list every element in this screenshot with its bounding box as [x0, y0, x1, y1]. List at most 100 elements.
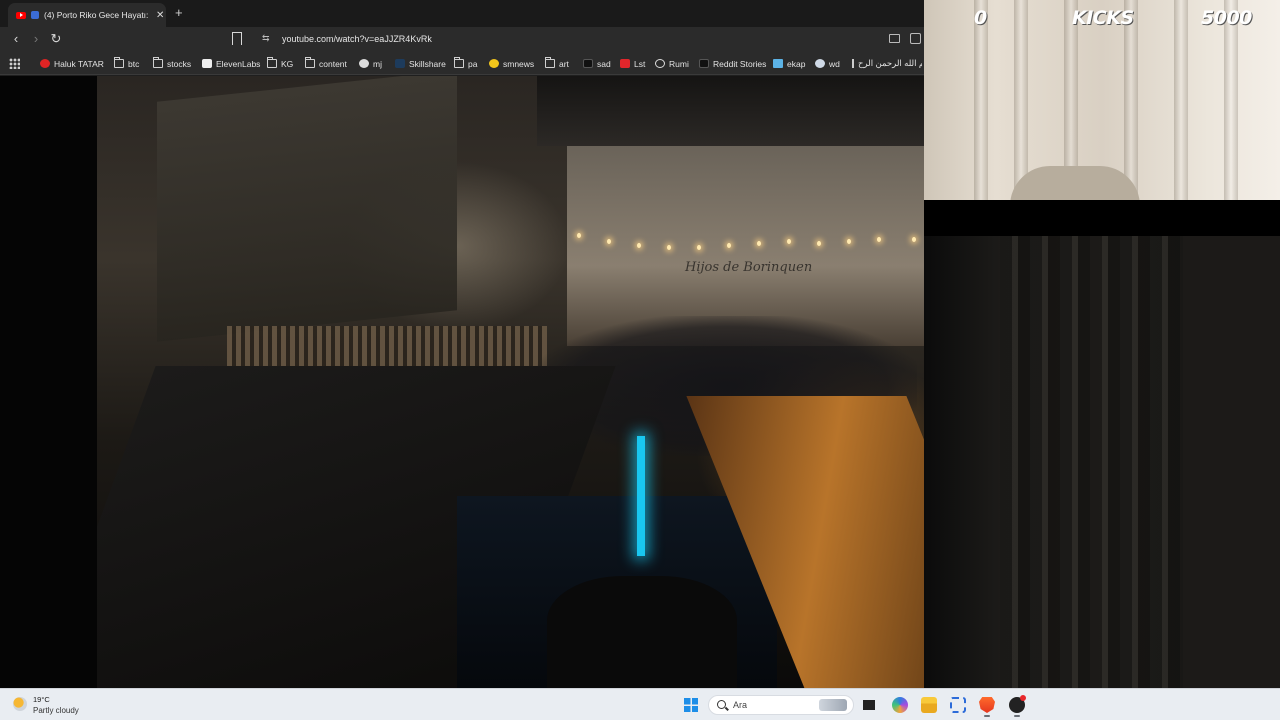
- active-app-indicator: [1014, 715, 1020, 717]
- share-icon[interactable]: [910, 33, 921, 44]
- bookmark-lst[interactable]: Lst: [620, 57, 645, 70]
- curtain-fold: [974, 0, 988, 200]
- back-button[interactable]: ‹: [6, 31, 26, 46]
- bookmark-label: ElevenLabs: [216, 58, 261, 69]
- folder-icon: [267, 57, 277, 68]
- curtain-fold: [1014, 0, 1028, 200]
- light-bulb: [727, 243, 731, 248]
- bookmark-sad[interactable]: sad: [583, 57, 611, 70]
- youtube-icon: [40, 59, 50, 68]
- bar-stool: [547, 576, 737, 688]
- bookmark-rumi[interactable]: Rumi: [655, 57, 689, 70]
- bookmark-label: ekap: [787, 58, 806, 69]
- bookmark-label: art: [559, 58, 569, 69]
- light-bulb: [817, 241, 821, 246]
- kicks-goal-count: 5000: [1201, 7, 1252, 29]
- bookmark-pa[interactable]: pa: [454, 57, 477, 70]
- site-info-icon[interactable]: ⇆: [262, 33, 270, 44]
- s-icon: [620, 59, 630, 68]
- browser-window: (4) Porto Riko Gece Hayatı: G ✕ + ‹ › ↻ …: [0, 0, 924, 688]
- bookmark-art[interactable]: art: [545, 57, 569, 70]
- screen: (4) Porto Riko Gece Hayatı: G ✕ + ‹ › ↻ …: [0, 0, 1280, 720]
- light-bulb: [607, 239, 611, 244]
- curtain-fold: [1124, 0, 1138, 200]
- browser-toolbar: ‹ › ↻ ⇆ youtube.com/watch?v=eaJJZR4KvRk: [0, 27, 924, 52]
- bookmark-bismillah[interactable]: بسم الله الرحمن الرح...: [852, 57, 922, 70]
- bookmark-elevenlabs[interactable]: ElevenLabs: [202, 57, 260, 70]
- kicks-current-count: 0: [974, 7, 987, 29]
- folder-icon: [305, 57, 315, 68]
- tab-group-icon: [31, 11, 39, 19]
- video-frame-bar-interior: Hijos de Borinquen: [97, 76, 924, 688]
- brave-browser-icon[interactable]: [979, 697, 995, 713]
- cyan-light: [637, 436, 645, 556]
- folder-icon: [114, 57, 124, 68]
- snipping-tool-icon[interactable]: [950, 697, 966, 713]
- light-bulb: [877, 237, 881, 242]
- light-bulb: [847, 239, 851, 244]
- bookmark-label: stocks: [167, 58, 192, 69]
- kicks-goal-overlay: [924, 200, 1280, 236]
- bookmark-btc[interactable]: btc: [114, 57, 139, 70]
- bookmark-wd[interactable]: wd: [815, 57, 840, 70]
- bookmark-label: content: [319, 58, 347, 69]
- wd-icon: [815, 59, 825, 68]
- search-highlight-icon: [819, 699, 847, 711]
- bookmark-skillshare[interactable]: Skillshare: [395, 57, 446, 70]
- globe-icon: [655, 59, 665, 68]
- bookmark-content[interactable]: content: [305, 57, 347, 70]
- side-wall: [1183, 236, 1280, 688]
- partly-cloudy-icon[interactable]: [13, 697, 27, 711]
- bookmark-kg[interactable]: KG: [267, 57, 293, 70]
- weather-description[interactable]: Partly cloudy: [33, 706, 79, 715]
- task-view-icon[interactable]: [861, 697, 877, 713]
- light-bulb: [667, 245, 671, 250]
- curtain-fold: [1224, 0, 1238, 200]
- bookmark-smnews[interactable]: smnews: [489, 57, 534, 70]
- reload-button[interactable]: ↻: [46, 31, 66, 47]
- search-placeholder: Ara: [733, 700, 748, 710]
- copilot-icon[interactable]: [892, 697, 908, 713]
- bookmark-haluk-tatar[interactable]: Haluk TATAR: [40, 57, 104, 70]
- bookmark-label: mj: [373, 58, 382, 69]
- forward-button[interactable]: ›: [26, 31, 46, 46]
- bookmark-label: Skillshare: [409, 58, 446, 69]
- apps-icon[interactable]: [9, 58, 20, 69]
- bookmark-ekap[interactable]: ekap: [773, 57, 805, 70]
- elevenlabs-icon: [202, 59, 212, 68]
- brick-wall: [157, 76, 457, 342]
- bookmark-label: smnews: [503, 58, 535, 69]
- bookmark-label: Rumi: [669, 58, 689, 69]
- document-icon: [852, 59, 854, 68]
- youtube-icon: [16, 11, 26, 19]
- skillshare-icon: [395, 59, 405, 68]
- bookmark-label: pa: [468, 58, 478, 69]
- bookmark-label: Haluk TATAR: [54, 58, 104, 69]
- file-explorer-icon[interactable]: [921, 697, 937, 713]
- close-icon[interactable]: ✕: [156, 10, 164, 21]
- kicks-label: KICKS: [1072, 7, 1134, 29]
- taskbar-search[interactable]: Ara: [708, 695, 854, 715]
- ekap-icon: [773, 59, 783, 68]
- bookmark-label: بسم الله الرحمن الرح...: [858, 58, 922, 68]
- cast-icon[interactable]: [889, 34, 900, 43]
- windows-start-icon[interactable]: [684, 698, 698, 712]
- tab-youtube-video[interactable]: (4) Porto Riko Gece Hayatı: G ✕: [8, 3, 166, 27]
- bookmark-label: KG: [281, 58, 294, 69]
- bookmark-label: sad: [597, 58, 611, 69]
- light-bulb: [787, 239, 791, 244]
- bookmark-reddit-stories[interactable]: Reddit Stories: [699, 57, 766, 70]
- bookmark-stocks[interactable]: stocks: [153, 57, 191, 70]
- wall-sign: Hijos de Borinquen: [685, 260, 813, 275]
- bookmark-icon[interactable]: [232, 32, 242, 45]
- string-lights: [567, 221, 924, 251]
- bookmarks-bar: Haluk TATAR btc stocks ElevenLabs KG con…: [0, 52, 924, 75]
- video-player[interactable]: Hijos de Borinquen: [0, 76, 924, 688]
- weather-temperature[interactable]: 19°C: [33, 695, 50, 704]
- bookmark-mj[interactable]: mj: [359, 57, 382, 70]
- folder-icon: [454, 57, 464, 68]
- cursor-icon: [583, 59, 593, 68]
- address-bar[interactable]: youtube.com/watch?v=eaJJZR4KvRk: [282, 34, 432, 44]
- new-tab-button[interactable]: +: [175, 5, 183, 20]
- light-bulb: [697, 245, 701, 250]
